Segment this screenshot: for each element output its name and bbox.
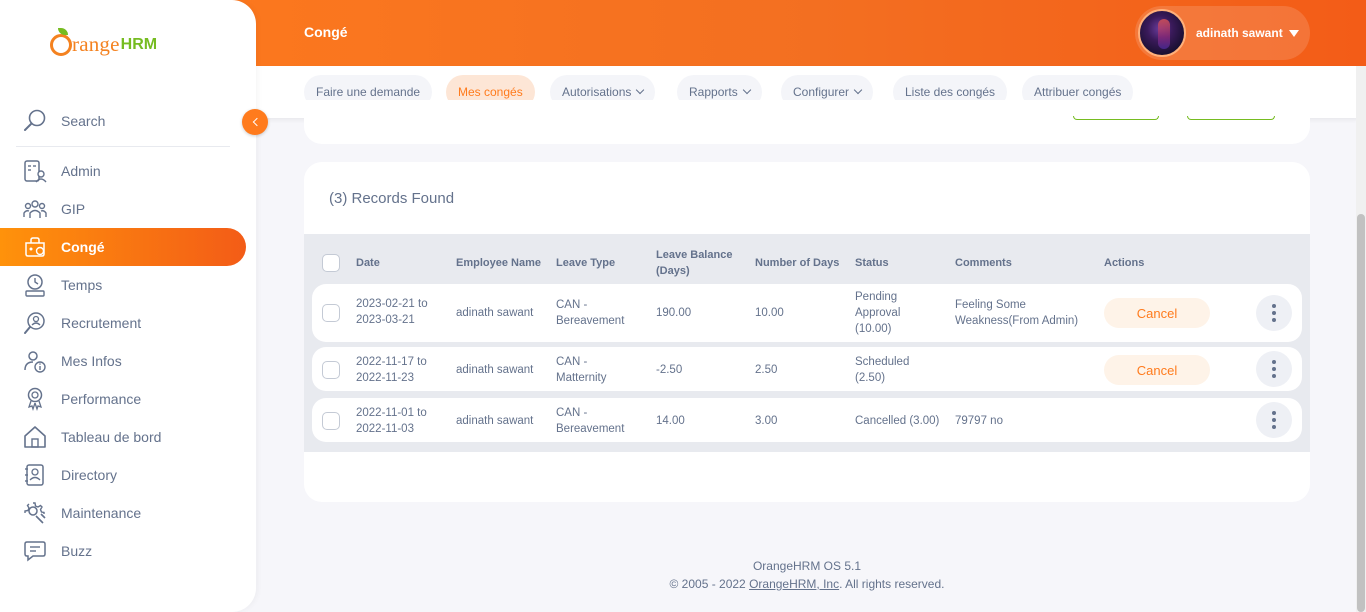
- sidebar-item-recrutement[interactable]: Recrutement: [0, 304, 246, 342]
- chevron-down-icon: [853, 85, 863, 95]
- filter-card: [304, 100, 1310, 144]
- sidebar-item-temps[interactable]: Temps: [0, 266, 246, 304]
- cell-status: Scheduled (2.50): [855, 356, 910, 384]
- footer-copyright: © 2005 - 2022 OrangeHRM, Inc. All rights…: [669, 577, 945, 591]
- column-header-status: Status: [855, 257, 889, 269]
- cell-days: 2.50: [755, 364, 778, 376]
- column-header-comments: Comments: [955, 257, 1012, 269]
- sidebar-item-buzz[interactable]: Buzz: [0, 532, 246, 570]
- row-checkbox[interactable]: [322, 361, 340, 379]
- sidebar: range HRM Search Admin GIP Congé Temps R…: [0, 0, 256, 612]
- cell-employee: adinath sawant: [456, 415, 534, 427]
- admin-icon: [24, 160, 47, 183]
- search-icon: [24, 109, 46, 131]
- cell-date: 2023-02-21 to 2023-03-21: [356, 298, 428, 326]
- cell-employee: adinath sawant: [456, 307, 534, 319]
- sidebar-item-performance[interactable]: Performance: [0, 380, 246, 418]
- sidebar-search[interactable]: Search: [22, 108, 105, 134]
- buzz-icon: [24, 541, 46, 562]
- sidebar-item-conge[interactable]: Congé: [0, 228, 246, 266]
- cell-status: Pending Approval (10.00): [855, 291, 901, 335]
- row-checkbox[interactable]: [322, 304, 340, 322]
- cell-employee: adinath sawant: [456, 364, 534, 376]
- records-card: (3) Records Found Date Employee Name Lea…: [304, 162, 1310, 502]
- row-checkbox[interactable]: [322, 412, 340, 430]
- caret-down-icon[interactable]: [1288, 29, 1299, 37]
- cell-balance: 190.00: [656, 307, 692, 319]
- orangehrm-logo[interactable]: range HRM: [50, 28, 157, 57]
- sidebar-item-tableau-de-bord[interactable]: Tableau de bord: [0, 418, 246, 456]
- performance-icon: [27, 387, 43, 412]
- sidebar-item-mes-infos[interactable]: Mes Infos: [0, 342, 246, 380]
- chevron-down-icon: [742, 85, 751, 95]
- select-all-checkbox[interactable]: [322, 254, 340, 272]
- dashboard-icon: [24, 426, 46, 448]
- cell-leave-type: CAN - Matternity: [556, 356, 607, 384]
- more-options-icon[interactable]: [1256, 351, 1292, 387]
- directory-icon: [25, 464, 44, 486]
- scrollbar-thumb[interactable]: [1357, 214, 1365, 612]
- search-label[interactable]: Search: [61, 113, 105, 129]
- cancel-button[interactable]: Cancel: [1104, 298, 1210, 328]
- cell-days: 3.00: [755, 415, 778, 427]
- my-info-icon: [24, 351, 46, 373]
- cell-comments: 79797 no: [955, 415, 1003, 427]
- people-icon: [23, 200, 47, 218]
- column-header-employee: Employee Name: [456, 257, 541, 269]
- records-count: (3) Records Found: [329, 190, 455, 207]
- chevron-down-icon: [636, 85, 645, 95]
- user-menu[interactable]: adinath sawant: [1135, 6, 1310, 60]
- cell-date: 2022-11-01 to 2022-11-03: [356, 407, 427, 435]
- avatar[interactable]: [1138, 9, 1186, 57]
- collapse-sidebar-button[interactable]: [242, 109, 268, 135]
- sidebar-item-maintenance[interactable]: Maintenance: [0, 494, 246, 532]
- cell-balance: 14.00: [656, 415, 685, 427]
- cell-leave-type: CAN - Bereavement: [556, 299, 625, 327]
- recruitment-icon: [24, 312, 45, 334]
- page-title: Congé: [304, 24, 348, 40]
- cell-days: 10.00: [755, 307, 784, 319]
- column-header-leave-type: Leave Type: [556, 257, 616, 269]
- cell-status: Cancelled (3.00): [855, 415, 940, 427]
- more-options-icon[interactable]: [1256, 402, 1292, 438]
- company-link[interactable]: OrangeHRM, Inc: [749, 577, 839, 591]
- maintenance-icon: [24, 502, 46, 524]
- cell-leave-type: CAN - Bereavement: [556, 407, 625, 435]
- more-options-icon[interactable]: [1256, 295, 1292, 331]
- column-header-actions: Actions: [1104, 257, 1145, 269]
- logo-icon: [50, 28, 72, 56]
- cell-comments: Feeling Some Weakness(From Admin): [955, 299, 1079, 327]
- sidebar-item-admin[interactable]: Admin: [0, 152, 246, 190]
- cell-date: 2022-11-17 to 2022-11-23: [356, 356, 427, 384]
- column-header-date: Date: [356, 257, 380, 269]
- column-header-leave-balance: Leave Balance (Days): [656, 249, 733, 277]
- column-header-number-of-days: Number of Days: [755, 257, 840, 269]
- footer-version: OrangeHRM OS 5.1: [752, 559, 862, 573]
- time-icon: [25, 274, 45, 297]
- reset-button[interactable]: [1073, 116, 1159, 120]
- cell-balance: -2.50: [656, 364, 683, 376]
- sidebar-item-directory[interactable]: Directory: [0, 456, 246, 494]
- divider: [16, 146, 230, 147]
- user-name[interactable]: adinath sawant: [1196, 26, 1283, 40]
- sidebar-item-gip[interactable]: GIP: [0, 190, 246, 228]
- chevron-left-icon: [252, 117, 261, 127]
- search-button[interactable]: [1187, 116, 1275, 120]
- leave-icon: [25, 237, 45, 257]
- cancel-button[interactable]: Cancel: [1104, 355, 1210, 385]
